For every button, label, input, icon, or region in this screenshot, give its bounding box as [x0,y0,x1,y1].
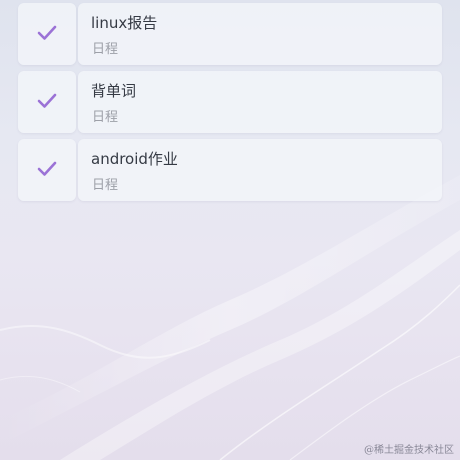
task-row: linux报告 日程 [18,3,442,65]
checkmark-icon [37,25,57,40]
task-row: 背单词 日程 [18,71,442,133]
task-list: linux报告 日程 背单词 日程 android作业 日程 [18,3,442,207]
task-card[interactable]: linux报告 日程 [78,3,442,65]
task-title: 背单词 [91,82,137,100]
task-category: 日程 [92,178,119,193]
task-row: android作业 日程 [18,139,442,201]
task-checkbox[interactable] [18,139,76,201]
task-checkbox[interactable] [18,71,76,133]
checkmark-icon [37,161,57,176]
checkmark-icon [37,93,57,108]
task-title: linux报告 [91,14,158,32]
task-category: 日程 [92,110,119,125]
watermark: @稀土掘金技术社区 [364,445,454,456]
task-card[interactable]: 背单词 日程 [78,71,442,133]
task-checkbox[interactable] [18,3,76,65]
task-title: android作业 [91,150,178,168]
task-card[interactable]: android作业 日程 [78,139,442,201]
task-category: 日程 [92,42,119,57]
